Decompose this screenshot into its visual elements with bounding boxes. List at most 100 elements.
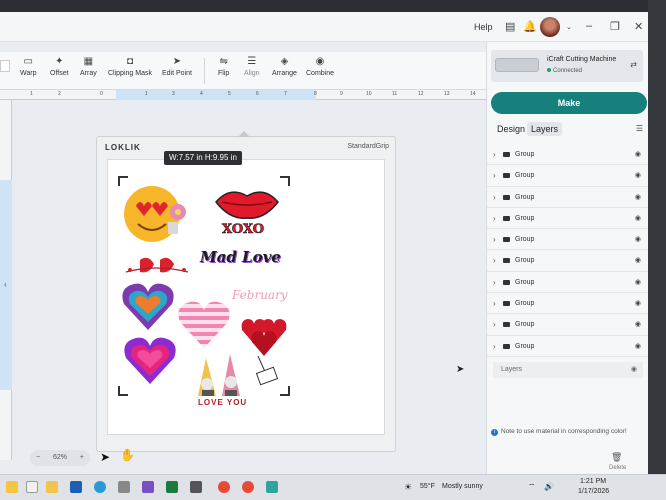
mad-love-sticker[interactable]: Mad Love <box>200 248 281 266</box>
arrange-button[interactable]: ◈ Arrange <box>272 56 297 77</box>
excel-icon[interactable] <box>166 481 178 493</box>
lips-sticker[interactable] <box>214 186 280 220</box>
eye-icon[interactable]: ◉ <box>635 214 641 222</box>
wifi-icon[interactable]: ⌔ <box>528 482 536 492</box>
edge-icon[interactable] <box>94 481 106 493</box>
clock-date[interactable]: 1/17/2026 <box>578 488 609 495</box>
chevron-right-icon[interactable]: › <box>493 256 496 265</box>
eye-icon[interactable]: ◉ <box>635 320 641 328</box>
chevron-right-icon[interactable]: › <box>493 299 496 308</box>
layer-row[interactable]: › Group ◉ <box>487 229 648 251</box>
weather-desc[interactable]: Mostly sunny <box>442 483 483 490</box>
eye-icon[interactable]: ◉ <box>635 150 641 158</box>
layer-row[interactable]: › Group ◉ <box>487 165 648 187</box>
eye-icon[interactable]: ◉ <box>631 365 637 373</box>
chevron-right-icon[interactable]: › <box>493 150 496 159</box>
machine-selector[interactable]: iCraft Cutting Machine Connected ⇄ <box>491 50 643 82</box>
chevron-right-icon[interactable]: › <box>493 278 496 287</box>
layer-row[interactable]: › Group ◉ <box>487 250 648 272</box>
zoom-in-icon[interactable]: + <box>80 450 84 466</box>
store-icon[interactable] <box>118 481 130 493</box>
eye-icon[interactable]: ◉ <box>635 278 641 286</box>
loklik-app-icon[interactable] <box>266 481 278 493</box>
combine-button[interactable]: ◉ Combine <box>306 56 334 77</box>
purple-heart-sticker[interactable] <box>122 336 178 386</box>
tab-layers[interactable]: Layers <box>527 122 563 136</box>
warp-button[interactable]: ▭ Warp <box>20 56 36 77</box>
edit-point-button[interactable]: ➤ Edit Point <box>162 56 192 77</box>
eye-icon[interactable]: ◉ <box>635 235 641 243</box>
chevron-right-icon[interactable]: › <box>493 342 496 351</box>
zoom-control[interactable]: − 62% + <box>30 450 90 466</box>
chrome-icon[interactable] <box>242 481 254 493</box>
delete-label[interactable]: Delete <box>609 465 626 471</box>
layer-row[interactable]: › Group ◉ <box>487 144 648 166</box>
app-icon[interactable] <box>190 481 202 493</box>
chevron-down-icon[interactable]: ⌄ <box>566 23 572 31</box>
chevron-right-icon[interactable]: › <box>493 235 496 244</box>
hand-tool-icon[interactable]: ✋ <box>120 448 135 462</box>
chrome-icon[interactable] <box>218 481 230 493</box>
layer-row[interactable]: › Group ◉ <box>487 314 648 336</box>
teams-icon[interactable] <box>142 481 154 493</box>
love-you-sticker[interactable]: LOVE YOU <box>198 398 247 407</box>
swap-icon[interactable]: ⇄ <box>630 60 637 69</box>
ruler-tick: 1 <box>30 91 33 97</box>
chevron-right-icon[interactable]: › <box>493 171 496 180</box>
weather-temp[interactable]: 55°F <box>420 483 435 490</box>
document-icon[interactable]: ▤ <box>505 20 515 33</box>
trash-icon[interactable]: 🗑 <box>611 452 622 463</box>
xoxo-sticker[interactable]: XOXO <box>222 222 265 238</box>
bell-icon[interactable]: 🔔 <box>523 20 537 33</box>
eye-icon[interactable]: ◉ <box>635 342 641 350</box>
widgets-icon[interactable] <box>6 481 18 493</box>
ruler-tick: 3 <box>172 91 175 97</box>
chevron-right-icon[interactable]: › <box>493 193 496 202</box>
make-button[interactable]: Make <box>491 92 647 114</box>
gnomes-sticker[interactable] <box>192 352 248 398</box>
tab-design[interactable]: Design <box>493 122 529 136</box>
chevron-right-icon[interactable]: › <box>493 320 496 329</box>
array-button[interactable]: ▦ Array <box>80 56 97 77</box>
layer-row[interactable]: › Group ◉ <box>487 293 648 315</box>
avatar[interactable] <box>540 17 560 37</box>
layer-row[interactable]: › Group ◉ <box>487 208 648 230</box>
chevron-left-icon[interactable]: ‹ <box>4 280 7 289</box>
layer-row[interactable]: › Group ◉ <box>487 187 648 208</box>
eye-icon[interactable]: ◉ <box>635 256 641 264</box>
maximize-icon[interactable]: ❐ <box>610 20 620 33</box>
rainbow-heart-sticker[interactable] <box>120 282 176 332</box>
outlook-icon[interactable] <box>70 481 82 493</box>
eye-icon[interactable]: ◉ <box>635 193 641 201</box>
close-icon[interactable]: ✕ <box>634 20 643 33</box>
layer-options-icon[interactable]: ☰ <box>636 124 643 133</box>
help-link[interactable]: Help <box>474 22 493 32</box>
selected-design[interactable]: XOXO Mad Love February LOVE YOU <box>118 176 290 407</box>
layer-row[interactable]: › Group ◉ <box>487 336 648 357</box>
volume-icon[interactable]: 🔊 <box>544 482 554 491</box>
file-explorer-icon[interactable] <box>46 481 58 493</box>
select-tool-icon[interactable]: ➤ <box>100 450 110 464</box>
eye-icon[interactable]: ◉ <box>635 299 641 307</box>
flip-icon: ⇋ <box>219 56 228 67</box>
start-icon[interactable] <box>26 481 38 493</box>
folder-icon <box>503 215 510 221</box>
clipping-mask-button[interactable]: ◘ Clipping Mask <box>108 56 152 77</box>
lovebirds-sticker[interactable] <box>122 252 192 280</box>
offset-button[interactable]: ✦ Offset <box>50 56 69 77</box>
toolbar-dropdown[interactable] <box>0 60 10 72</box>
chevron-right-icon[interactable]: › <box>493 214 496 223</box>
heart-eyes-emoji-sticker[interactable] <box>122 182 194 248</box>
minimize-icon[interactable]: – <box>586 20 592 32</box>
clock-time[interactable]: 1:21 PM <box>580 478 606 485</box>
february-sticker[interactable]: February <box>232 288 288 302</box>
layers-group-footer[interactable]: Layers ◉ <box>493 362 643 378</box>
zoom-out-icon[interactable]: − <box>36 450 40 466</box>
selection-corner[interactable] <box>280 176 290 186</box>
align-button[interactable]: ☰ Align <box>244 56 260 77</box>
eye-icon[interactable]: ◉ <box>635 171 641 179</box>
striped-heart-sticker[interactable] <box>176 300 232 350</box>
flip-button[interactable]: ⇋ Flip <box>218 56 229 77</box>
layer-row[interactable]: › Group ◉ <box>487 272 648 294</box>
selection-corner[interactable] <box>118 386 128 396</box>
